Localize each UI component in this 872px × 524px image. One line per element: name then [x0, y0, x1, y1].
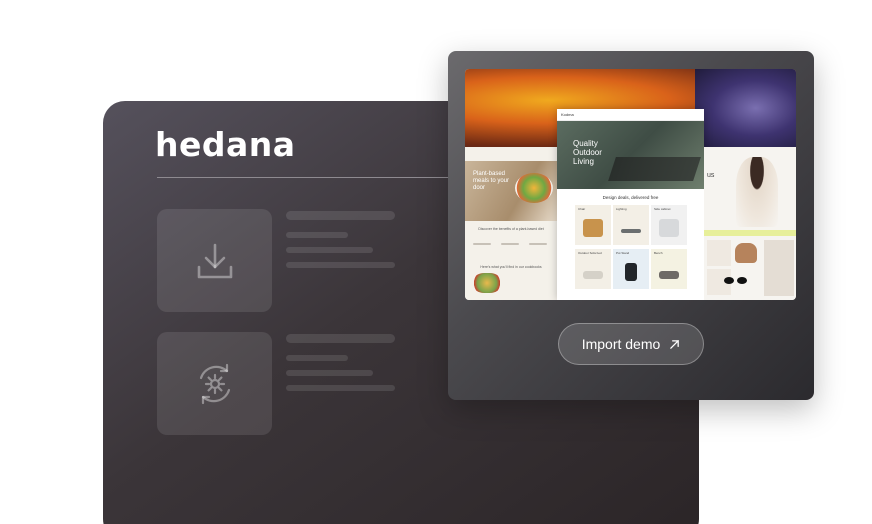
product-image: [621, 229, 641, 233]
mini-site-section-title: Discover the benefits of a plant-based d…: [478, 227, 544, 231]
brand-logo: hedana: [155, 125, 296, 164]
sunglasses-image: [724, 277, 748, 284]
sync-settings-option-tile[interactable]: [157, 332, 272, 435]
preview-background-texture-right: [695, 69, 796, 147]
product-image: [583, 271, 603, 279]
gear-sync-icon: [199, 363, 230, 404]
product-name: Bench: [654, 251, 663, 255]
mini-site-hero: Quality Outdoor Living: [557, 121, 704, 189]
placeholder-line: [286, 262, 395, 268]
product-image: [659, 271, 679, 279]
placeholder-line: [286, 355, 348, 361]
mini-site-section-title: Design deals, delivered free: [602, 195, 659, 200]
placeholder-line: [286, 385, 395, 391]
demo-import-illustration: hedana Plant-based meals to your door Di…: [0, 0, 872, 524]
header-divider: [157, 177, 457, 178]
mini-site-hero-text: us: [707, 172, 715, 179]
mini-site-nav: Kodma: [557, 109, 704, 121]
promo-strip: [704, 230, 796, 236]
mini-site-hero-title: Quality Outdoor Living: [573, 139, 602, 166]
mini-site-hero: Plant-based meals to your door: [465, 161, 557, 221]
product-image: [625, 263, 637, 281]
mini-site-section-title-2: Here's what you'll find in our cookbooks: [480, 265, 542, 269]
food-image: [473, 273, 501, 293]
product-card: Side cabinet: [651, 205, 687, 245]
placeholder-line: [286, 370, 373, 376]
import-demo-button[interactable]: Import demo: [558, 323, 704, 365]
placeholder-line: [286, 211, 395, 220]
product-name: Pot Stand: [616, 251, 630, 255]
product-image: [583, 219, 603, 237]
import-demo-label: Import demo: [581, 336, 661, 352]
placeholder-line: [286, 232, 348, 238]
arrow-up-right-icon: [670, 339, 680, 349]
download-icon: [197, 243, 232, 278]
product-name: Side cabinet: [654, 207, 671, 211]
demo-preview-card: Plant-based meals to your door Discover …: [448, 51, 814, 400]
food-bowl-image: [515, 173, 553, 203]
mini-site-hero-text: Plant-based meals to your door: [473, 171, 510, 191]
demo-preview-image: Plant-based meals to your door Discover …: [465, 69, 796, 300]
product-card: Pot Stand: [613, 249, 649, 289]
download-option-tile[interactable]: [157, 209, 272, 312]
mini-site-furniture: Kodma Quality Outdoor Living Design deal…: [557, 109, 704, 300]
mini-site-brand: Kodma: [561, 112, 574, 117]
product-card: Chair: [575, 205, 611, 245]
mini-site-fashion: us: [704, 147, 796, 300]
product-name: Outdoor Sofa bed: [578, 251, 602, 255]
model-legs-image: [764, 240, 794, 296]
model-image: [736, 157, 778, 227]
mini-site-food: Plant-based meals to your door Discover …: [465, 147, 557, 300]
product-image: [659, 219, 679, 237]
mini-text: [501, 243, 519, 245]
product-card: Lighting: [613, 205, 649, 245]
product-name: Lighting: [616, 207, 627, 211]
handbag-image: [735, 243, 757, 263]
placeholder-line: [286, 247, 373, 253]
mini-text: [473, 243, 491, 245]
placeholder-line: [286, 334, 395, 343]
mini-text: [529, 243, 547, 245]
product-tile: [707, 240, 731, 266]
product-card: Bench: [651, 249, 687, 289]
product-name: Chair: [578, 207, 586, 211]
product-card: Outdoor Sofa bed: [575, 249, 611, 289]
